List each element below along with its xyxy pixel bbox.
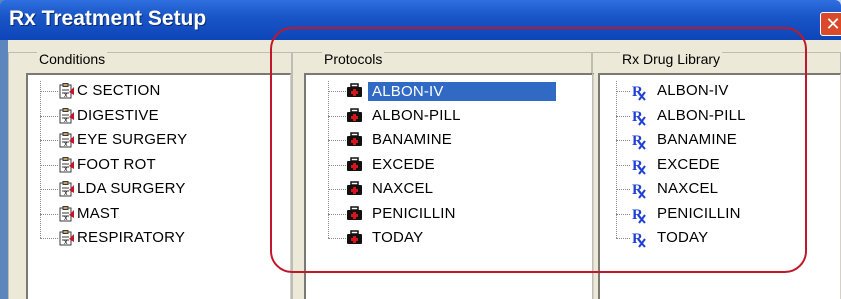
title-bar: Rx Treatment Setup ✕ bbox=[0, 0, 841, 40]
condition-item[interactable]: x EYE SURGERY bbox=[28, 130, 290, 150]
rx-icon: R bbox=[630, 181, 647, 203]
window-client-area: Conditions x C SECTION x DIGESTIVE x EYE SURG… bbox=[8, 40, 841, 299]
condition-label: EYE SURGERY bbox=[77, 131, 188, 148]
clipboard-icon: x bbox=[58, 156, 75, 177]
rx-icon: R bbox=[630, 157, 647, 179]
drug-label: ALBON-IV bbox=[657, 82, 729, 99]
drug-label: PENICILLIN bbox=[657, 204, 741, 222]
condition-label: FOOT ROT bbox=[77, 155, 156, 173]
protocol-item[interactable]: BANAMINE bbox=[306, 130, 593, 150]
drug-item[interactable]: R ALBON-PILL bbox=[600, 106, 840, 126]
protocol-item[interactable]: PENICILLIN bbox=[306, 204, 593, 224]
condition-item[interactable]: x MAST bbox=[28, 204, 290, 224]
clipboard-icon: x bbox=[58, 205, 75, 226]
clipboard-icon: x bbox=[58, 83, 75, 103]
protocols-tree[interactable]: ALBON-IV ALBON-PILL BANAMINE EXCEDE NAXCEL PE… bbox=[304, 73, 594, 299]
svg-text:x: x bbox=[64, 190, 68, 197]
medical-kit-icon bbox=[346, 132, 363, 151]
condition-item[interactable]: x RESPIRATORY bbox=[28, 228, 290, 248]
rx-icon: R bbox=[630, 108, 647, 130]
protocol-label: BANAMINE bbox=[372, 131, 452, 148]
protocol-item[interactable]: TODAY bbox=[306, 228, 593, 248]
protocols-label: Protocols bbox=[322, 51, 385, 67]
condition-item[interactable]: x FOOT ROT bbox=[28, 155, 290, 175]
drug-library-label: Rx Drug Library bbox=[620, 51, 723, 67]
rx-icon: R bbox=[630, 132, 647, 154]
drug-item[interactable]: R PENICILLIN bbox=[600, 204, 840, 224]
svg-text:x: x bbox=[64, 166, 68, 173]
drug-item[interactable]: R ALBON-IV bbox=[600, 81, 840, 101]
close-button[interactable]: ✕ bbox=[820, 12, 841, 36]
close-icon: ✕ bbox=[825, 14, 841, 34]
svg-text:x: x bbox=[64, 215, 68, 222]
clipboard-icon: x bbox=[58, 107, 75, 128]
svg-text:x: x bbox=[64, 239, 68, 246]
protocol-label: ALBON-PILL bbox=[372, 106, 461, 124]
rx-icon: R bbox=[630, 83, 647, 105]
protocol-label: EXCEDE bbox=[372, 155, 435, 173]
medical-kit-icon bbox=[346, 107, 363, 127]
protocol-label: ALBON-IV bbox=[368, 82, 556, 101]
condition-item[interactable]: x DIGESTIVE bbox=[28, 106, 290, 126]
conditions-label: Conditions bbox=[37, 51, 108, 67]
condition-item[interactable]: x C SECTION bbox=[28, 81, 290, 101]
drug-label: EXCEDE bbox=[657, 155, 720, 173]
clipboard-icon: x bbox=[58, 132, 75, 152]
medical-kit-icon bbox=[346, 83, 363, 102]
medical-kit-icon bbox=[346, 230, 363, 249]
medical-kit-icon bbox=[346, 205, 363, 225]
drug-label: ALBON-PILL bbox=[657, 106, 746, 124]
drug-item[interactable]: R BANAMINE bbox=[600, 130, 840, 150]
clipboard-icon: x bbox=[58, 230, 75, 250]
protocol-label: NAXCEL bbox=[372, 180, 434, 197]
protocol-item[interactable]: EXCEDE bbox=[306, 155, 593, 175]
svg-text:x: x bbox=[64, 117, 68, 124]
protocol-item[interactable]: ALBON-IV bbox=[306, 81, 593, 101]
rx-icon: R bbox=[630, 206, 647, 228]
conditions-tree[interactable]: x C SECTION x DIGESTIVE x EYE SURGERY x FOOT RO… bbox=[26, 73, 291, 299]
drug-label: BANAMINE bbox=[657, 131, 737, 148]
protocol-item[interactable]: NAXCEL bbox=[306, 179, 593, 199]
drug-label: TODAY bbox=[657, 229, 709, 246]
rx-icon: R bbox=[630, 230, 647, 252]
drug-library-tree[interactable]: R ALBON-IV R ALBON-PILL R BANAMINE R EXCEDE R NAX… bbox=[598, 73, 841, 299]
medical-kit-icon bbox=[346, 156, 363, 176]
drug-label: NAXCEL bbox=[657, 180, 719, 197]
condition-label: RESPIRATORY bbox=[77, 229, 186, 246]
drug-item[interactable]: R TODAY bbox=[600, 228, 840, 248]
condition-label: LDA SURGERY bbox=[77, 180, 186, 197]
svg-text:x: x bbox=[64, 92, 68, 99]
protocol-item[interactable]: ALBON-PILL bbox=[306, 106, 593, 126]
drug-item[interactable]: R EXCEDE bbox=[600, 155, 840, 175]
protocol-label: PENICILLIN bbox=[372, 204, 456, 222]
drug-item[interactable]: R NAXCEL bbox=[600, 179, 840, 199]
condition-label: DIGESTIVE bbox=[77, 106, 159, 124]
svg-text:x: x bbox=[64, 141, 68, 148]
medical-kit-icon bbox=[346, 181, 363, 200]
clipboard-icon: x bbox=[58, 181, 75, 201]
protocol-label: TODAY bbox=[372, 229, 424, 246]
rx-treatment-setup-window: Rx Treatment Setup ✕ Conditions x C SECTI… bbox=[0, 0, 841, 299]
window-title: Rx Treatment Setup bbox=[9, 7, 207, 30]
condition-item[interactable]: x LDA SURGERY bbox=[28, 179, 290, 199]
condition-label: MAST bbox=[77, 204, 120, 222]
condition-label: C SECTION bbox=[77, 82, 161, 99]
